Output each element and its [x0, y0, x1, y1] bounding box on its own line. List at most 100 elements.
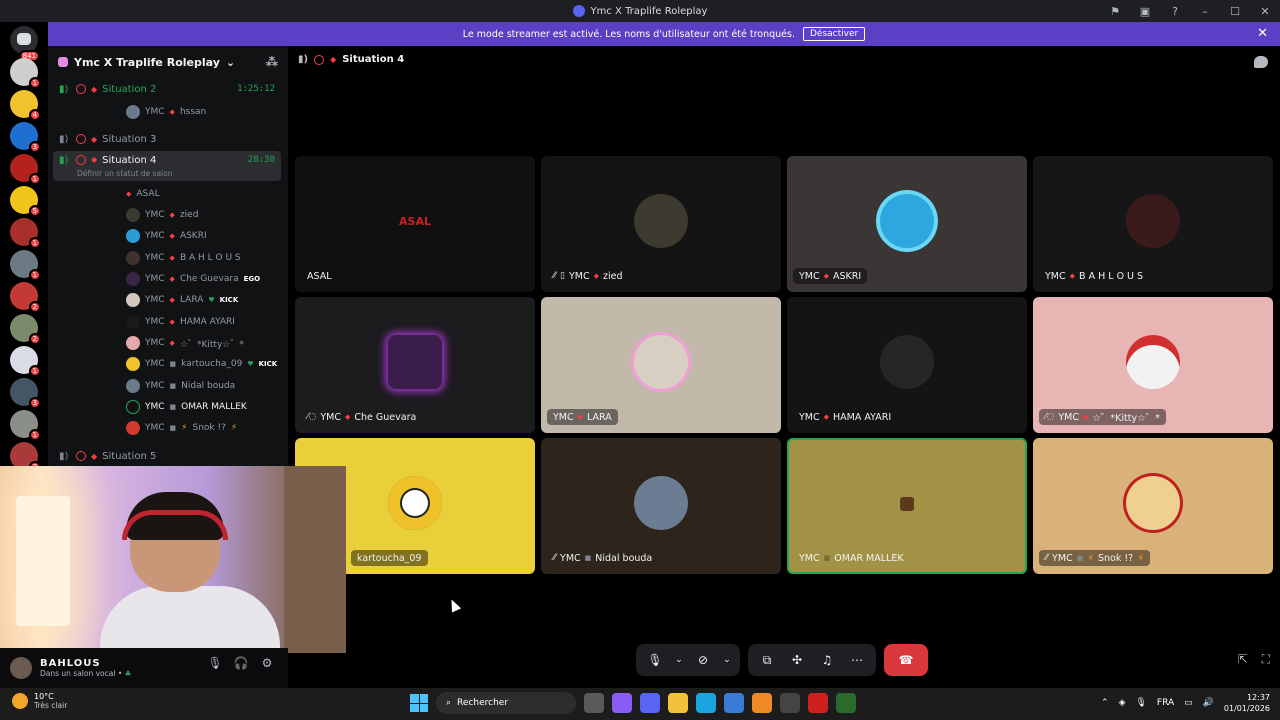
- chevron-up-icon[interactable]: ⌃: [1101, 698, 1109, 708]
- taskbar-search[interactable]: ⌕ Rechercher: [436, 692, 576, 714]
- server-icon[interactable]: 3: [10, 378, 41, 409]
- screen-share-button[interactable]: ⧉: [754, 647, 780, 673]
- server-icon[interactable]: 2: [10, 282, 41, 313]
- user-prefix: YMC: [145, 210, 165, 220]
- server-icon[interactable]: 5: [10, 186, 41, 217]
- participant-tile[interactable]: YMC ◆ HAMA AYARI: [787, 297, 1027, 433]
- time: 12:37: [1246, 693, 1270, 702]
- inbox-icon[interactable]: ▣: [1130, 0, 1160, 22]
- speaker-icon: ▮): [59, 450, 69, 462]
- channel-timer: 1:25:12: [237, 84, 275, 94]
- camera-off-icon: ⁄◌: [1045, 412, 1055, 422]
- participant-tile[interactable]: ⁄⁄ ▯ YMC ◆ zied: [541, 156, 781, 292]
- server-icon[interactable]: 4: [10, 90, 41, 121]
- server-icon[interactable]: 1: [10, 58, 41, 89]
- home-button[interactable]: 841: [10, 26, 40, 62]
- channel-status[interactable]: Définir un statut de salon: [77, 169, 172, 178]
- play-icon[interactable]: [836, 693, 856, 713]
- disconnect-button[interactable]: ☎: [884, 644, 928, 676]
- participant-tile[interactable]: ⁄⁄ YMC ■ Nidal bouda: [541, 438, 781, 574]
- chat-icon[interactable]: [1254, 56, 1268, 68]
- participant-tile[interactable]: YMC ■ OMAR MALLEK: [787, 438, 1027, 574]
- discord-icon[interactable]: [640, 693, 660, 713]
- participant-tile[interactable]: ⁄◌ YMC ◆ ☆゛*Kitty☆゛*: [1033, 297, 1273, 433]
- popout-icon[interactable]: ⇱: [1238, 652, 1248, 667]
- participant-tile[interactable]: ⁄⁄ YMC ■ ⚡ Snok !? ⚡: [1033, 438, 1273, 574]
- display-icon[interactable]: ▭: [1184, 698, 1193, 708]
- store-icon[interactable]: [724, 693, 744, 713]
- server-icon[interactable]: 2: [10, 314, 41, 345]
- avatar[interactable]: [10, 657, 32, 679]
- server-icon[interactable]: 1: [10, 410, 41, 441]
- mic-icon[interactable]: 🎙: [1135, 698, 1146, 708]
- participant-tile[interactable]: YMC ◆ LARA: [541, 297, 781, 433]
- chevron-down-icon[interactable]: ⌄: [720, 647, 734, 673]
- no-entry-icon: [76, 451, 86, 461]
- add-member-icon[interactable]: ⁂: [266, 55, 278, 69]
- participant-name: B A H L O U S: [1079, 270, 1144, 282]
- help-icon[interactable]: ?: [1160, 0, 1190, 22]
- avatar: [126, 272, 140, 286]
- participant-prefix: YMC: [568, 270, 590, 282]
- avatar: [126, 336, 140, 350]
- weather-widget[interactable]: 10°C Très clair: [12, 692, 67, 710]
- server-icon[interactable]: 1: [10, 154, 41, 185]
- volume-icon[interactable]: 🔊: [1203, 698, 1214, 708]
- server-icon[interactable]: 1: [10, 218, 41, 249]
- server-icon[interactable]: 1: [10, 346, 41, 377]
- participant-label: YMC ■ OMAR MALLEK: [793, 550, 910, 566]
- streamer-mode-banner: Le mode streamer est activé. Les noms d'…: [48, 22, 1280, 46]
- copilot-icon[interactable]: [612, 693, 632, 713]
- participant-tile[interactable]: YMC ◆ B A H L O U S: [1033, 156, 1273, 292]
- chevron-down-icon[interactable]: ⌄: [672, 647, 686, 673]
- clock[interactable]: 12:37 01/01/2026: [1224, 692, 1270, 714]
- user-prefix: YMC: [145, 359, 165, 369]
- participant-tile[interactable]: ⁄◌ YMC ◆ Che Guevara: [295, 297, 535, 433]
- voice-channel-situation-4[interactable]: ▮) ◆ Situation 4 28:30 Définir un statut…: [53, 151, 281, 181]
- fullscreen-icon[interactable]: ⛶: [1262, 652, 1270, 667]
- close-icon[interactable]: ✕: [1257, 26, 1268, 41]
- server-icon[interactable]: 3: [10, 122, 41, 153]
- server-badge: 1: [28, 77, 41, 89]
- user-info[interactable]: BAHLOUS Dans un salon vocal • ♣: [40, 658, 131, 678]
- app-icon[interactable]: [808, 693, 828, 713]
- server-icon[interactable]: 1: [10, 250, 41, 281]
- guild-header[interactable]: Ymc X Traplife Roleplay ⌄ ⁂: [48, 46, 288, 78]
- participant-tile[interactable]: ASAL ASAL: [295, 156, 535, 292]
- participant-label: YMC ◆ ASKRI: [793, 268, 868, 284]
- headphones-icon[interactable]: 🎧: [232, 654, 250, 672]
- camera-off-button[interactable]: ⊘: [690, 647, 716, 673]
- windows-start-icon[interactable]: [410, 694, 428, 712]
- close-window-button[interactable]: ✕: [1250, 0, 1280, 22]
- soundboard-button[interactable]: ♫: [814, 647, 840, 673]
- folder-icon[interactable]: [668, 693, 688, 713]
- voice-channel-situation-5[interactable]: ▮) ◆ Situation 5: [53, 446, 281, 466]
- app-icon[interactable]: [752, 693, 772, 713]
- user-name: zied: [179, 210, 199, 220]
- microphone-icon[interactable]: 🎙: [206, 654, 224, 672]
- voice-channel-situation-2[interactable]: ▮) ◆ Situation 2 1:25:12: [53, 79, 281, 99]
- minimize-button[interactable]: –: [1190, 0, 1220, 22]
- channel-name: Situation 4: [102, 155, 157, 166]
- no-entry-icon: [76, 155, 86, 165]
- participant-label: ⁄◌ YMC ◆ ☆゛*Kitty☆゛*: [1039, 409, 1166, 425]
- disable-streamer-button[interactable]: Désactiver: [802, 27, 866, 41]
- user-name: OMAR MALLEK: [181, 402, 247, 412]
- maximize-button[interactable]: ☐: [1220, 0, 1250, 22]
- network-icon[interactable]: ◈: [1119, 698, 1126, 708]
- microphone-button[interactable]: 🎙: [642, 647, 668, 673]
- language-indicator[interactable]: FRA: [1157, 698, 1174, 708]
- more-button[interactable]: ⋯: [844, 647, 870, 673]
- activities-button[interactable]: ✣: [784, 647, 810, 673]
- voice-channel-situation-3[interactable]: ▮) ◆ Situation 3: [53, 129, 281, 149]
- no-entry-icon: [314, 54, 325, 65]
- gear-icon[interactable]: ⚙: [258, 654, 276, 672]
- diamond-icon: ◆: [1083, 413, 1089, 421]
- participant-tile[interactable]: YMC ◆ ASKRI: [787, 156, 1027, 292]
- avatar: [126, 293, 140, 307]
- chrome-icon[interactable]: [780, 693, 800, 713]
- task-view-icon[interactable]: [584, 693, 604, 713]
- server-badge: 3: [28, 141, 41, 153]
- flag-icon[interactable]: ⚑: [1100, 0, 1130, 22]
- edge-icon[interactable]: [696, 693, 716, 713]
